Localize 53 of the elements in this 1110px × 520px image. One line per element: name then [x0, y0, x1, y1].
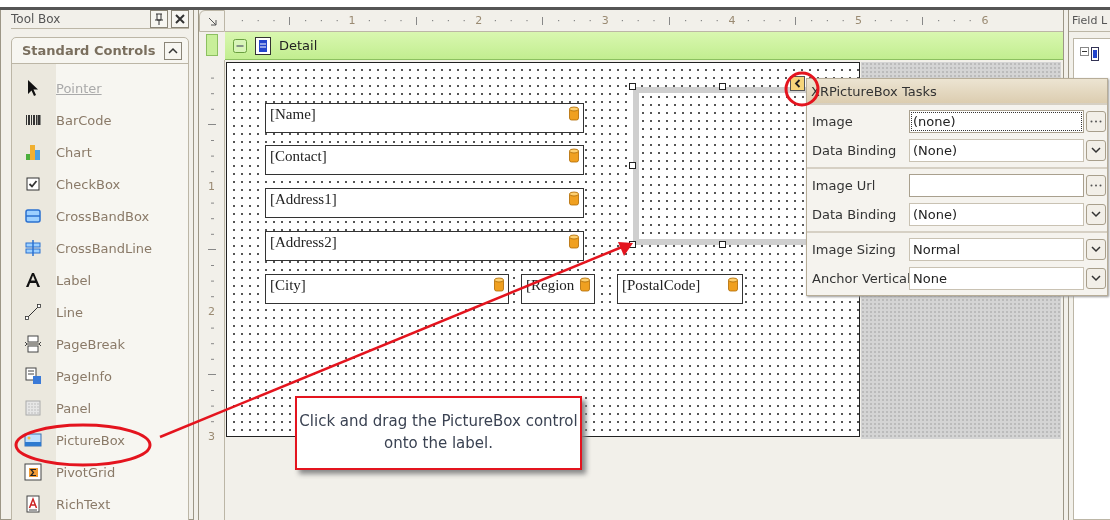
ruler-label: 2 [208, 305, 215, 318]
ruler-label: 1 [208, 180, 215, 193]
panel-title: Field L [1072, 14, 1107, 27]
field-text: [PostalCode] [622, 277, 701, 294]
toolbox-item[interactable]: Panel [56, 400, 92, 416]
data-field[interactable]: [Address1] [265, 188, 584, 218]
toolbox-item[interactable]: CrossBandBox [56, 208, 150, 224]
toolbox-item[interactable]: RichText [56, 496, 111, 512]
data-field[interactable]: [Contact] [265, 145, 584, 175]
property-label: Image [811, 114, 854, 129]
panel-title: Tool Box [11, 12, 61, 26]
data-field[interactable]: [City] [265, 274, 509, 304]
toolbox-item[interactable]: Pointer [56, 80, 102, 96]
band-title: Detail [279, 38, 318, 53]
dropdown-field[interactable]: (None) [909, 139, 1084, 162]
toolbox-item[interactable]: BarCode [56, 112, 112, 128]
toolbox-item[interactable]: Chart [56, 144, 92, 160]
toolbox-item[interactable]: CrossBandLine [56, 240, 153, 256]
field-text: [Address1] [270, 191, 337, 208]
field-text: [Name] [270, 106, 316, 123]
data-field[interactable]: [Name] [265, 103, 584, 133]
toolbox-item[interactable]: CheckBox [56, 176, 121, 192]
dropdown-field[interactable]: (None) [909, 203, 1084, 226]
field-text: [Region [526, 277, 575, 294]
property-label: Anchor Vertical [811, 271, 909, 286]
data-field[interactable]: [Region [521, 274, 595, 304]
toolbox-item[interactable]: PivotGrid [56, 464, 116, 480]
data-field[interactable]: [Address2] [265, 231, 584, 261]
property-label: Data Binding [811, 143, 898, 158]
field-text: [Address2] [270, 234, 337, 251]
property-label: Image Sizing [811, 242, 897, 257]
ruler-label: 2 [475, 14, 483, 27]
toolbox-item[interactable]: PictureBox [56, 432, 125, 448]
field-text: [Contact] [270, 148, 327, 165]
dropdown-field[interactable]: Normal [909, 238, 1084, 261]
ruler-label: 5 [854, 14, 862, 27]
ruler-label: 6 [981, 14, 989, 27]
ruler-label: 4 [728, 14, 736, 27]
ruler-label: 1 [348, 14, 356, 27]
data-field[interactable]: [PostalCode] [617, 274, 743, 304]
property-label: Data Binding [811, 207, 898, 222]
property-label: Image Url [811, 178, 877, 193]
input-field[interactable]: (none) [909, 110, 1084, 133]
group-title: Standard Controls [22, 43, 156, 58]
field-text: [City] [270, 277, 306, 294]
toolbox-item[interactable]: Label [56, 272, 92, 288]
callout-text: Click and drag the PictureBox control onto the label. [298, 411, 579, 454]
toolbox-item[interactable]: PageBreak [56, 336, 125, 352]
toolbox-item[interactable]: PageInfo [56, 368, 113, 384]
dropdown-field[interactable]: None [909, 267, 1084, 290]
ruler-label: 3 [601, 14, 609, 27]
ruler-label: 3 [208, 430, 215, 443]
toolbox-item[interactable]: Line [56, 304, 84, 320]
